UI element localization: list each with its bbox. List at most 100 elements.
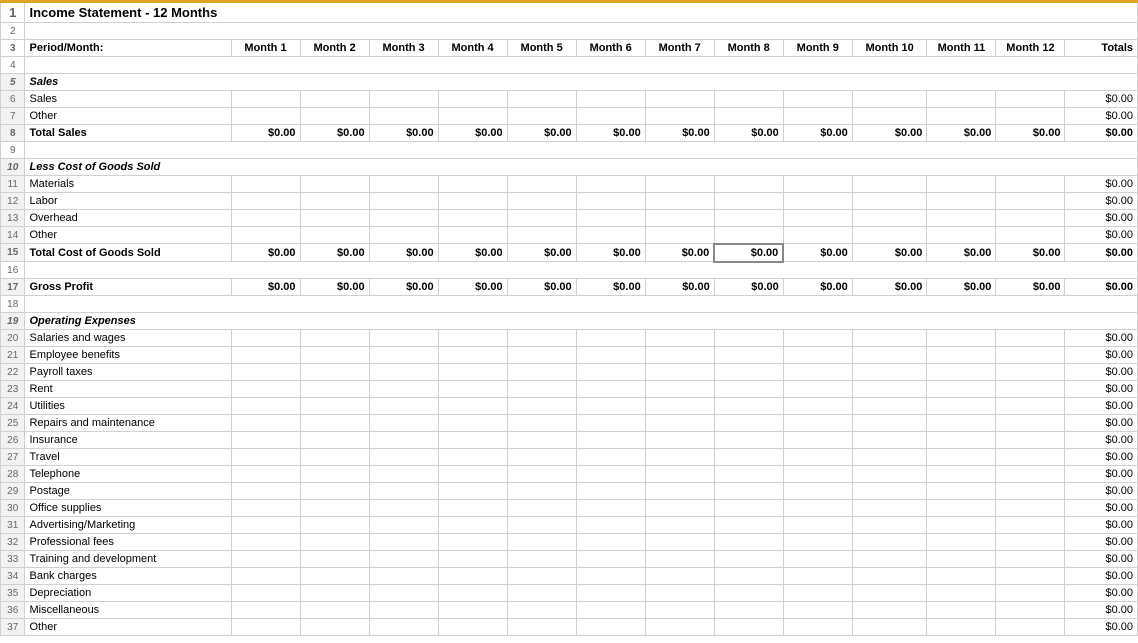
empty-value-cell[interactable] [576, 108, 645, 125]
value-cell[interactable]: $0.00 [852, 125, 927, 142]
value-cell[interactable]: $0.00 [645, 125, 714, 142]
empty-value-cell[interactable] [507, 619, 576, 636]
empty-value-cell[interactable] [369, 415, 438, 432]
totals-value[interactable]: $0.00 [1065, 517, 1138, 534]
value-cell[interactable]: $0.00 [300, 125, 369, 142]
empty-value-cell[interactable] [852, 227, 927, 244]
empty-value-cell[interactable] [714, 227, 783, 244]
value-cell[interactable]: $0.00 [507, 125, 576, 142]
empty-value-cell[interactable] [507, 364, 576, 381]
empty-value-cell[interactable] [576, 517, 645, 534]
value-cell[interactable]: $0.00 [507, 244, 576, 262]
empty-value-cell[interactable] [300, 619, 369, 636]
empty-value-cell[interactable] [645, 108, 714, 125]
totals-value[interactable]: $0.00 [1065, 466, 1138, 483]
empty-value-cell[interactable] [996, 568, 1065, 585]
empty-value-cell[interactable] [645, 227, 714, 244]
empty-value-cell[interactable] [507, 381, 576, 398]
empty-value-cell[interactable] [576, 449, 645, 466]
empty-value-cell[interactable] [438, 330, 507, 347]
empty-value-cell[interactable] [927, 364, 996, 381]
value-cell[interactable]: $0.00 [783, 244, 852, 262]
empty-value-cell[interactable] [576, 432, 645, 449]
empty-value-cell[interactable] [996, 347, 1065, 364]
empty-value-cell[interactable] [996, 466, 1065, 483]
empty-value-cell[interactable] [507, 176, 576, 193]
empty-value-cell[interactable] [438, 415, 507, 432]
totals-value[interactable]: $0.00 [1065, 176, 1138, 193]
empty-value-cell[interactable] [996, 176, 1065, 193]
empty-value-cell[interactable] [231, 432, 300, 449]
empty-value-cell[interactable] [231, 347, 300, 364]
empty-value-cell[interactable] [927, 500, 996, 517]
empty-value-cell[interactable] [645, 176, 714, 193]
empty-value-cell[interactable] [927, 585, 996, 602]
empty-value-cell[interactable] [783, 500, 852, 517]
empty-value-cell[interactable] [927, 381, 996, 398]
value-cell[interactable]: $0.00 [783, 125, 852, 142]
empty-value-cell[interactable] [300, 568, 369, 585]
empty-value-cell[interactable] [507, 108, 576, 125]
empty-value-cell[interactable] [300, 227, 369, 244]
empty-value-cell[interactable] [507, 500, 576, 517]
empty-value-cell[interactable] [852, 551, 927, 568]
value-cell[interactable]: $0.00 [231, 279, 300, 296]
empty-value-cell[interactable] [783, 227, 852, 244]
empty-value-cell[interactable] [783, 347, 852, 364]
total-value[interactable]: $0.00 [1065, 244, 1138, 262]
empty-value-cell[interactable] [927, 466, 996, 483]
empty-value-cell[interactable] [996, 364, 1065, 381]
empty-value-cell[interactable] [852, 108, 927, 125]
empty-value-cell[interactable] [231, 381, 300, 398]
empty-value-cell[interactable] [438, 466, 507, 483]
empty-value-cell[interactable] [927, 551, 996, 568]
empty-value-cell[interactable] [231, 108, 300, 125]
empty-value-cell[interactable] [714, 466, 783, 483]
value-cell[interactable]: $0.00 [231, 125, 300, 142]
empty-value-cell[interactable] [369, 227, 438, 244]
value-cell[interactable]: $0.00 [438, 244, 507, 262]
empty-value-cell[interactable] [300, 91, 369, 108]
empty-value-cell[interactable] [576, 364, 645, 381]
empty-value-cell[interactable] [438, 551, 507, 568]
empty-value-cell[interactable] [438, 176, 507, 193]
empty-value-cell[interactable] [300, 210, 369, 227]
empty-value-cell[interactable] [996, 415, 1065, 432]
empty-value-cell[interactable] [996, 227, 1065, 244]
empty-value-cell[interactable] [996, 108, 1065, 125]
empty-value-cell[interactable] [927, 108, 996, 125]
empty-value-cell[interactable] [996, 432, 1065, 449]
total-value[interactable]: $0.00 [1065, 279, 1138, 296]
totals-value[interactable]: $0.00 [1065, 210, 1138, 227]
empty-value-cell[interactable] [783, 108, 852, 125]
empty-value-cell[interactable] [852, 210, 927, 227]
empty-value-cell[interactable] [369, 347, 438, 364]
empty-value-cell[interactable] [645, 517, 714, 534]
empty-value-cell[interactable] [300, 585, 369, 602]
value-cell[interactable]: $0.00 [996, 125, 1065, 142]
empty-value-cell[interactable] [369, 398, 438, 415]
empty-value-cell[interactable] [231, 568, 300, 585]
empty-value-cell[interactable] [852, 568, 927, 585]
empty-value-cell[interactable] [300, 449, 369, 466]
empty-value-cell[interactable] [714, 602, 783, 619]
value-cell[interactable]: $0.00 [783, 279, 852, 296]
empty-value-cell[interactable] [576, 466, 645, 483]
empty-value-cell[interactable] [714, 193, 783, 210]
empty-value-cell[interactable] [369, 602, 438, 619]
value-cell[interactable]: $0.00 [369, 279, 438, 296]
value-cell[interactable]: $0.00 [645, 279, 714, 296]
empty-value-cell[interactable] [852, 91, 927, 108]
empty-value-cell[interactable] [645, 534, 714, 551]
value-cell[interactable]: $0.00 [996, 244, 1065, 262]
empty-value-cell[interactable] [927, 602, 996, 619]
empty-value-cell[interactable] [438, 449, 507, 466]
empty-value-cell[interactable] [369, 517, 438, 534]
empty-value-cell[interactable] [783, 551, 852, 568]
totals-value[interactable]: $0.00 [1065, 347, 1138, 364]
empty-value-cell[interactable] [645, 466, 714, 483]
empty-value-cell[interactable] [783, 534, 852, 551]
empty-value-cell[interactable] [783, 330, 852, 347]
empty-value-cell[interactable] [507, 602, 576, 619]
empty-value-cell[interactable] [783, 398, 852, 415]
